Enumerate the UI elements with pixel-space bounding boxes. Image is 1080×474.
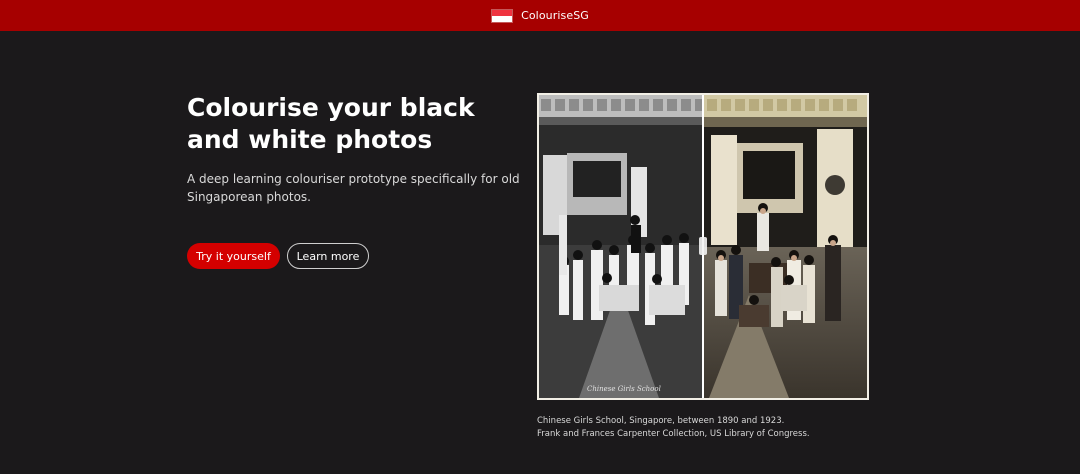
- brand-name: ColouriseSG: [521, 9, 589, 22]
- top-navbar: ColouriseSG: [0, 0, 1080, 31]
- colourised-half: [703, 95, 867, 398]
- try-it-yourself-button[interactable]: Try it yourself: [187, 243, 280, 269]
- comparison-photo: Chinese Girls School: [539, 95, 867, 398]
- brand-link[interactable]: ColouriseSG: [491, 8, 589, 23]
- singapore-flag-icon: [491, 8, 514, 23]
- slider-handle-icon[interactable]: [699, 237, 707, 255]
- hero-title: Colourise your black and white photos: [187, 93, 475, 154]
- caption-line-1: Chinese Girls School, Singapore, between…: [537, 416, 785, 426]
- black-and-white-half: Chinese Girls School: [539, 95, 703, 398]
- before-after-photo-comparison[interactable]: Chinese Girls School: [537, 93, 869, 400]
- photo-caption: Chinese Girls School, Singapore, between…: [537, 415, 897, 441]
- photo-inscription: Chinese Girls School: [587, 385, 661, 393]
- learn-more-button[interactable]: Learn more: [287, 243, 369, 269]
- hero-subtitle: A deep learning colouriser prototype spe…: [187, 172, 520, 204]
- caption-line-2: Frank and Frances Carpenter Collection, …: [537, 429, 810, 439]
